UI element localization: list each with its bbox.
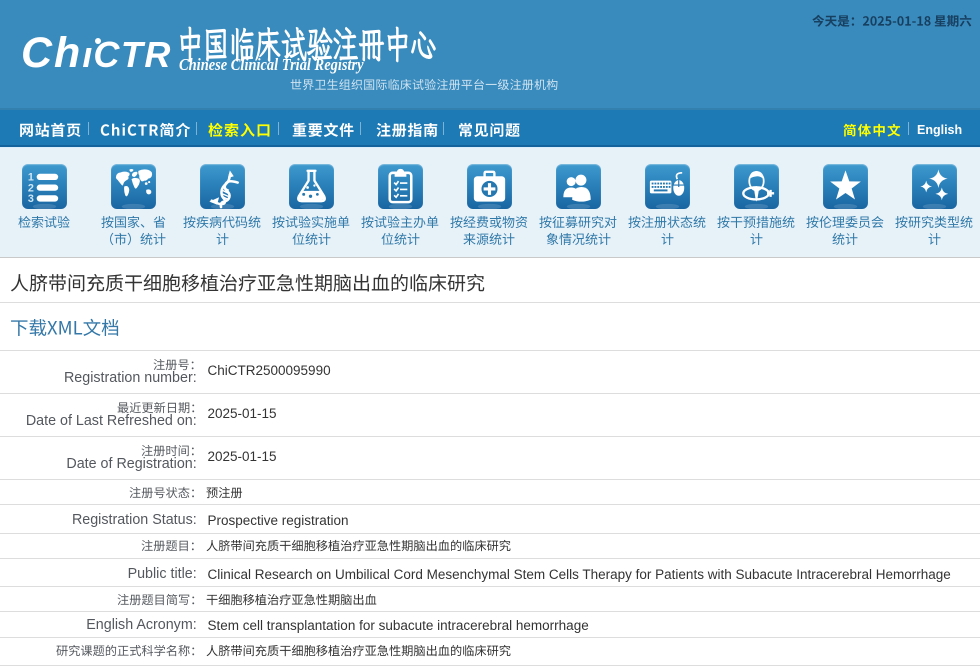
svg-text:3: 3 xyxy=(27,193,33,205)
